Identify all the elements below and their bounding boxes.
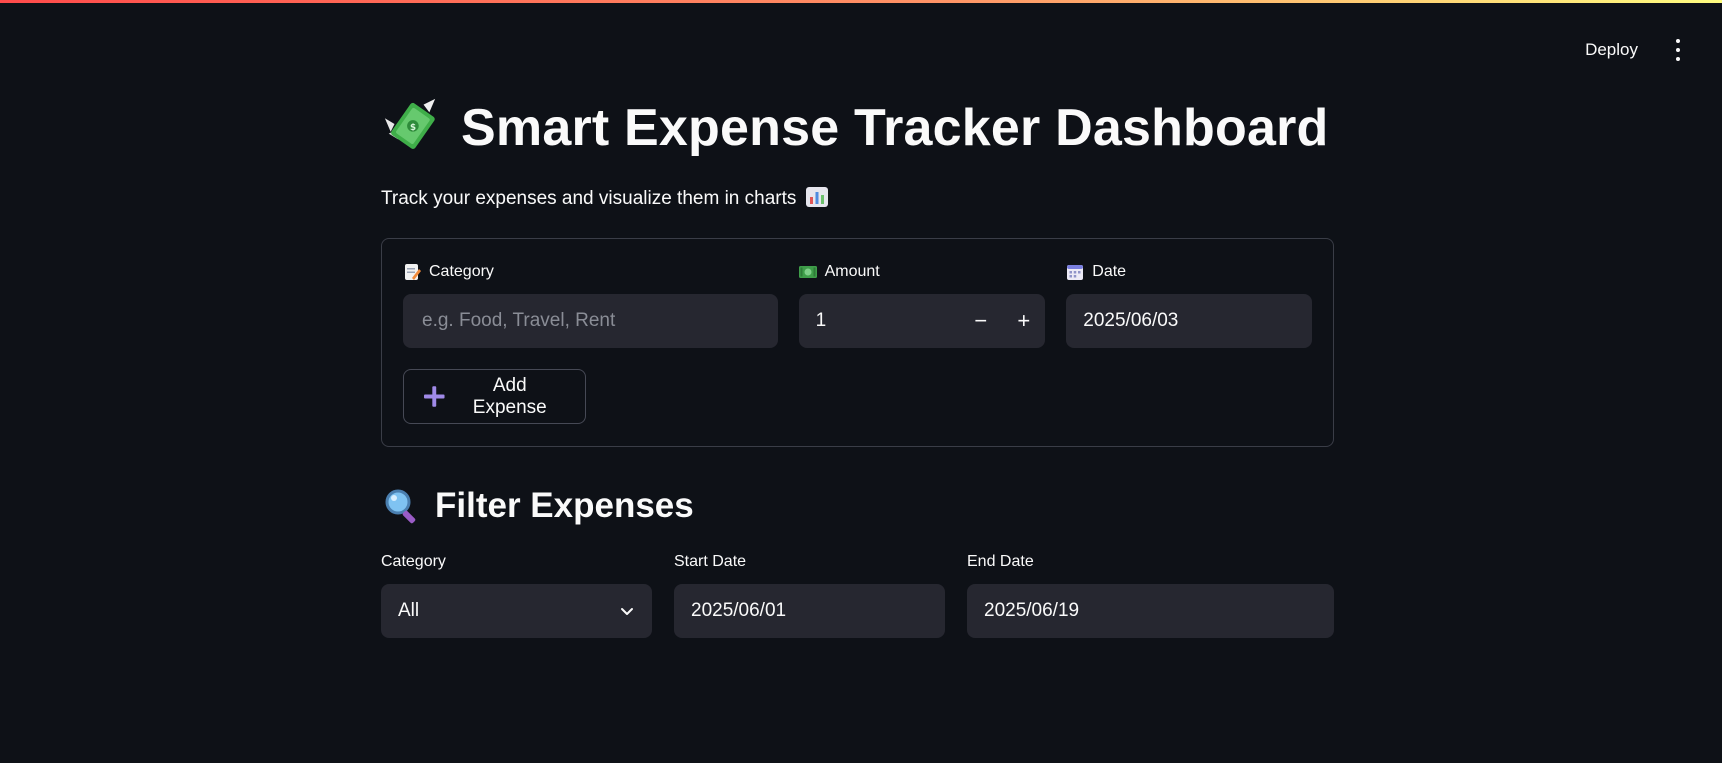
amount-label: Amount — [798, 261, 1046, 283]
stepper-buttons: − + — [959, 294, 1045, 348]
category-input[interactable] — [420, 309, 761, 333]
category-field: Category — [403, 261, 778, 348]
header-actions: Deploy — [1579, 36, 1686, 64]
increment-button[interactable]: + — [1002, 294, 1045, 348]
amount-stepper: 1 − + — [798, 294, 1046, 348]
bar-chart-icon — [805, 187, 828, 207]
category-select-value: All — [398, 600, 420, 621]
category-label-text: Category — [429, 263, 494, 280]
amount-value[interactable]: 1 — [816, 310, 827, 332]
filter-section-title: Filter Expenses — [381, 483, 1334, 529]
filter-fields-row: Category All Start Date 2025/06/01 End D… — [381, 551, 1334, 638]
decrement-button[interactable]: − — [959, 294, 1002, 348]
start-date-input[interactable]: 2025/06/01 — [674, 584, 945, 638]
page-title-text: Smart Expense Tracker Dashboard — [461, 99, 1329, 157]
page-subtitle: Track your expenses and visualize them i… — [381, 186, 1334, 212]
add-expense-label: Add Expense — [472, 374, 547, 418]
dollar-banknote-icon — [798, 266, 817, 278]
add-expense-button[interactable]: Add Expense — [403, 369, 586, 424]
filter-category-label: Category — [381, 553, 446, 570]
category-input-wrapper — [403, 294, 778, 348]
filter-title-text: Filter Expenses — [435, 486, 694, 525]
magnifying-glass-icon — [385, 489, 416, 524]
page-title: $ Smart Expense Tracker Dashboard — [381, 92, 1334, 164]
amount-field: Amount 1 − + — [798, 261, 1046, 348]
date-label: Date — [1066, 261, 1312, 283]
date-input[interactable]: 2025/06/03 — [1066, 294, 1312, 348]
chevron-down-icon — [621, 608, 633, 615]
start-date-field: Start Date 2025/06/01 — [674, 551, 945, 638]
filter-category-field: Category All — [381, 551, 652, 638]
end-date-value: 2025/06/19 — [984, 600, 1080, 621]
start-date-value: 2025/06/01 — [691, 600, 787, 621]
plus-icon — [424, 386, 445, 407]
end-date-field: End Date 2025/06/19 — [967, 551, 1334, 638]
category-select[interactable]: All — [381, 584, 652, 638]
calendar-icon — [1067, 265, 1084, 280]
subtitle-text: Track your expenses and visualize them i… — [381, 188, 797, 209]
date-field: Date 2025/06/03 — [1066, 261, 1312, 348]
date-value: 2025/06/03 — [1083, 310, 1179, 331]
memo-icon — [405, 264, 421, 280]
end-date-label: End Date — [967, 553, 1034, 570]
date-label-text: Date — [1092, 263, 1127, 280]
top-gradient-bar — [0, 0, 1722, 3]
main-content: $ Smart Expense Tracker Dashboard Track … — [381, 92, 1334, 638]
svg-text:$: $ — [410, 123, 416, 133]
category-label: Category — [403, 261, 778, 283]
deploy-button[interactable]: Deploy — [1579, 36, 1644, 64]
form-fields-row: Category Amount 1 — [403, 261, 1312, 348]
money-with-wings-icon: $ — [384, 98, 436, 149]
add-expense-form: Category Amount 1 — [381, 238, 1334, 447]
end-date-input[interactable]: 2025/06/19 — [967, 584, 1334, 638]
amount-label-text: Amount — [824, 263, 880, 280]
start-date-label: Start Date — [674, 553, 747, 570]
kebab-menu-icon[interactable] — [1670, 39, 1686, 61]
